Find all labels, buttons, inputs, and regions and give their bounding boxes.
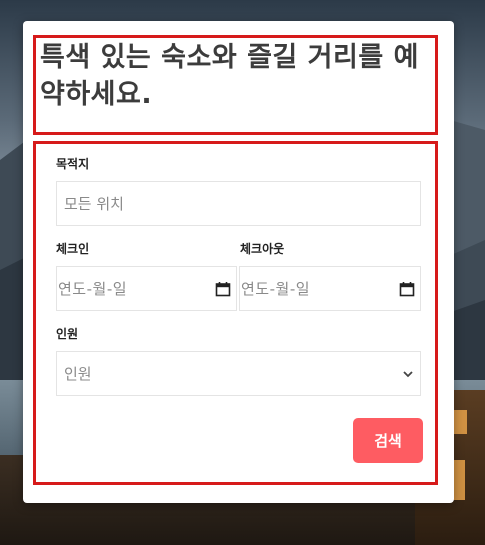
calendar-icon[interactable] <box>215 281 231 297</box>
destination-label: 목적지 <box>56 157 90 171</box>
guests-selected-value: 인원 <box>64 365 92 383</box>
calendar-icon[interactable] <box>399 281 415 297</box>
page-title: 특색 있는 숙소와 즐길 거리를 예약하세요. <box>40 42 419 110</box>
destination-input[interactable]: 모든 위치 <box>56 181 421 226</box>
guests-select[interactable]: 인원 <box>56 351 421 396</box>
checkout-date-input[interactable]: 연도-월-일 <box>239 266 421 311</box>
chevron-down-icon <box>403 371 413 378</box>
checkout-label: 체크아웃 <box>240 242 285 256</box>
search-button[interactable]: 검색 <box>353 418 423 463</box>
checkin-placeholder: 연도-월-일 <box>58 280 128 298</box>
checkin-date-input[interactable]: 연도-월-일 <box>56 266 237 311</box>
search-card: 특색 있는 숙소와 즐길 거리를 예약하세요. 목적지 모든 위치 체크인 연도… <box>23 21 454 503</box>
checkout-placeholder: 연도-월-일 <box>241 280 311 298</box>
checkin-label: 체크인 <box>56 242 90 256</box>
guests-label: 인원 <box>56 327 79 341</box>
destination-placeholder: 모든 위치 <box>64 195 124 213</box>
